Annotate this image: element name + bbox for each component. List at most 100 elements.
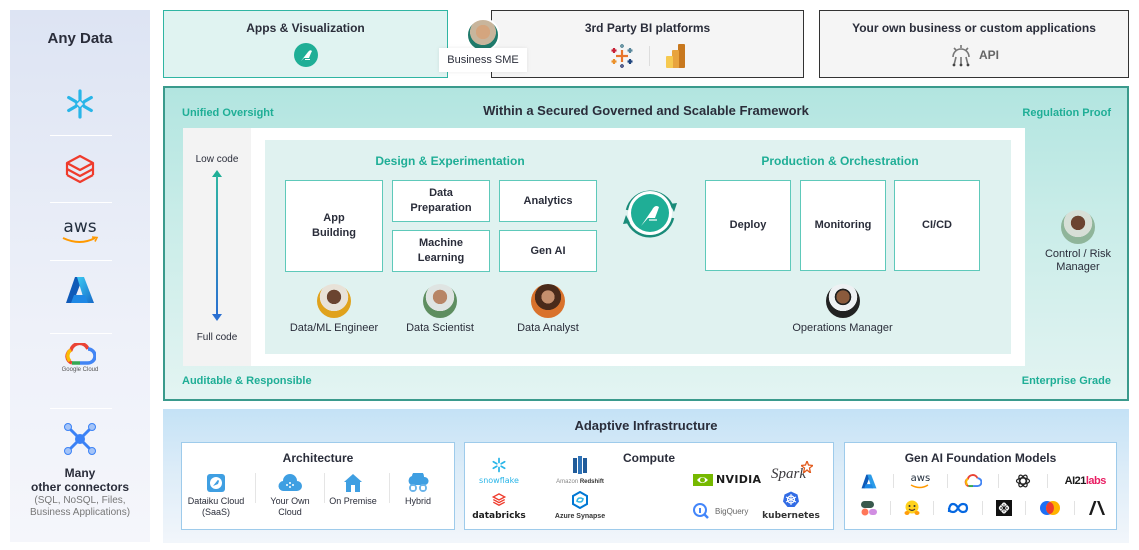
api-label: API — [978, 48, 999, 62]
data-sources-panel: Any Data aws Google Cloud Many other con… — [10, 10, 150, 542]
compute-azure-synapse: Azure Synapse — [543, 490, 617, 520]
design-experimentation-title: Design & Experimentation — [375, 154, 525, 168]
hugging-face-icon — [904, 500, 920, 515]
custom-applications-box: Your own business or custom applications… — [819, 10, 1129, 78]
separator — [890, 501, 891, 515]
apps-visualization-title: Apps & Visualization — [246, 21, 365, 35]
azure-synapse-icon — [572, 490, 588, 510]
aws-logo: aws — [10, 218, 150, 244]
arch-label-line1: Dataiku Cloud — [187, 496, 245, 506]
redshift-prefix: Amazon — [556, 479, 579, 485]
cap-line1: App — [323, 212, 345, 224]
bigquery-icon — [693, 503, 709, 519]
house-icon — [344, 474, 362, 492]
api-gear-icon — [952, 45, 970, 67]
aws-icon: aws — [63, 217, 97, 237]
capability-gen-ai[interactable]: Gen AI — [499, 230, 597, 272]
capability-deploy[interactable]: Deploy — [705, 180, 791, 271]
architecture-title: Architecture — [282, 451, 354, 465]
databricks-logo — [10, 154, 150, 186]
compute-box: Compute snowflake Amazon Redshift databr… — [464, 442, 834, 530]
many-title-line2: other connectors — [30, 480, 129, 494]
cap-line2: Learning — [417, 252, 465, 264]
genai-row-2 — [861, 500, 1106, 516]
capability-machine-learning[interactable]: Machine Learning — [392, 230, 490, 272]
separator — [50, 202, 112, 203]
dataiku-cloud-icon — [207, 474, 225, 492]
redshift-icon — [573, 456, 587, 474]
synapse-label: Azure Synapse — [554, 513, 606, 520]
redshift-label: Amazon Redshift — [545, 479, 615, 485]
arch-on-premise[interactable]: On Premise — [321, 473, 385, 507]
capability-ci-cd[interactable]: CI/CD — [894, 180, 980, 271]
snowflake-icon — [492, 457, 506, 473]
google-cloud-label: Google Cloud — [61, 367, 99, 373]
compute-databricks: databricks — [469, 493, 529, 521]
databricks-label: databricks — [472, 511, 526, 521]
low-code-label: Low code — [195, 154, 239, 165]
avatar — [825, 284, 860, 318]
capability-data-preparation[interactable]: Data Preparation — [392, 180, 490, 222]
separator — [933, 501, 934, 515]
google-cloud-icon — [964, 474, 982, 488]
lab-area: Design & Experimentation App Building Dat… — [265, 140, 1011, 354]
snowflake-icon — [67, 89, 93, 119]
separator — [946, 474, 948, 488]
many-connectors-title: Many other connectors — [10, 466, 150, 494]
avatar — [317, 284, 351, 318]
capability-monitoring[interactable]: Monitoring — [800, 180, 886, 271]
avatar — [1061, 210, 1095, 244]
separator — [998, 474, 1000, 488]
enterprise-grade-label: Enterprise Grade — [1021, 375, 1111, 387]
arch-your-own-cloud[interactable]: Your Own Cloud — [258, 473, 322, 518]
governed-framework: Unified Oversight Regulation Proof Audit… — [163, 86, 1129, 401]
separator — [255, 473, 256, 503]
avatar — [531, 284, 565, 318]
many-sub-line1: (SQL, NoSQL, Files, — [34, 495, 126, 506]
mistral-icon — [996, 500, 1012, 516]
nvidia-icon — [693, 473, 713, 486]
aws-logo: aws — [910, 473, 930, 489]
meta-icon — [947, 502, 969, 514]
arch-hybrid[interactable]: Hybrid — [386, 473, 450, 507]
capability-app-building[interactable]: App Building — [285, 180, 383, 272]
arch-dataiku-cloud[interactable]: Dataiku Cloud (SaaS) — [184, 473, 248, 518]
snowflake-logo — [10, 88, 150, 120]
bigquery-label: BigQuery — [715, 506, 749, 516]
persona-label-line2: Manager — [1056, 261, 1100, 273]
many-sub-line2: Business Applications) — [29, 507, 131, 518]
capability-analytics[interactable]: Analytics — [499, 180, 597, 222]
custom-applications-title: Your own business or custom applications — [852, 21, 1096, 35]
compute-nvidia: NVIDIA — [693, 473, 761, 486]
separator — [1074, 501, 1075, 515]
ai21-labs-text: labs — [1085, 475, 1107, 487]
business-sme-label: Business SME — [439, 48, 527, 72]
genai-row-1: aws AI21labs — [861, 473, 1106, 489]
ai21-text: AI21 — [1064, 475, 1087, 487]
nvidia-label: NVIDIA — [716, 473, 762, 486]
arch-label-line2: (SaaS) — [201, 507, 230, 517]
genai-models-title: Gen AI Foundation Models — [904, 451, 1057, 465]
separator — [50, 408, 112, 409]
compute-redshift: Amazon Redshift — [545, 455, 615, 485]
business-sme-avatar — [466, 18, 500, 52]
many-connectors-subtitle: (SQL, NoSQL, Files, Business Application… — [10, 495, 150, 519]
cap-line1: Deploy — [729, 219, 767, 231]
persona-operations-manager: Operations Manager — [785, 284, 900, 334]
aws-smile-icon — [911, 483, 929, 488]
compute-kubernetes: kubernetes — [761, 491, 821, 521]
power-bi-icon — [666, 44, 685, 68]
persona-label: Control / Risk Manager — [1045, 248, 1111, 274]
separator — [649, 46, 650, 66]
cloud-icon — [278, 474, 302, 492]
persona-label: Operations Manager — [792, 322, 893, 334]
google-cloud-icon — [65, 343, 96, 365]
databricks-icon — [491, 493, 507, 507]
connectors-icon — [64, 423, 96, 455]
persona-data-ml-engineer: Data/ML Engineer — [279, 284, 389, 334]
persona-label-line1: Control / Risk — [1044, 248, 1112, 260]
azure-icon — [861, 474, 877, 488]
separator — [50, 135, 112, 136]
snowflake-label: snowflake — [479, 476, 519, 485]
azure-icon — [66, 277, 94, 303]
